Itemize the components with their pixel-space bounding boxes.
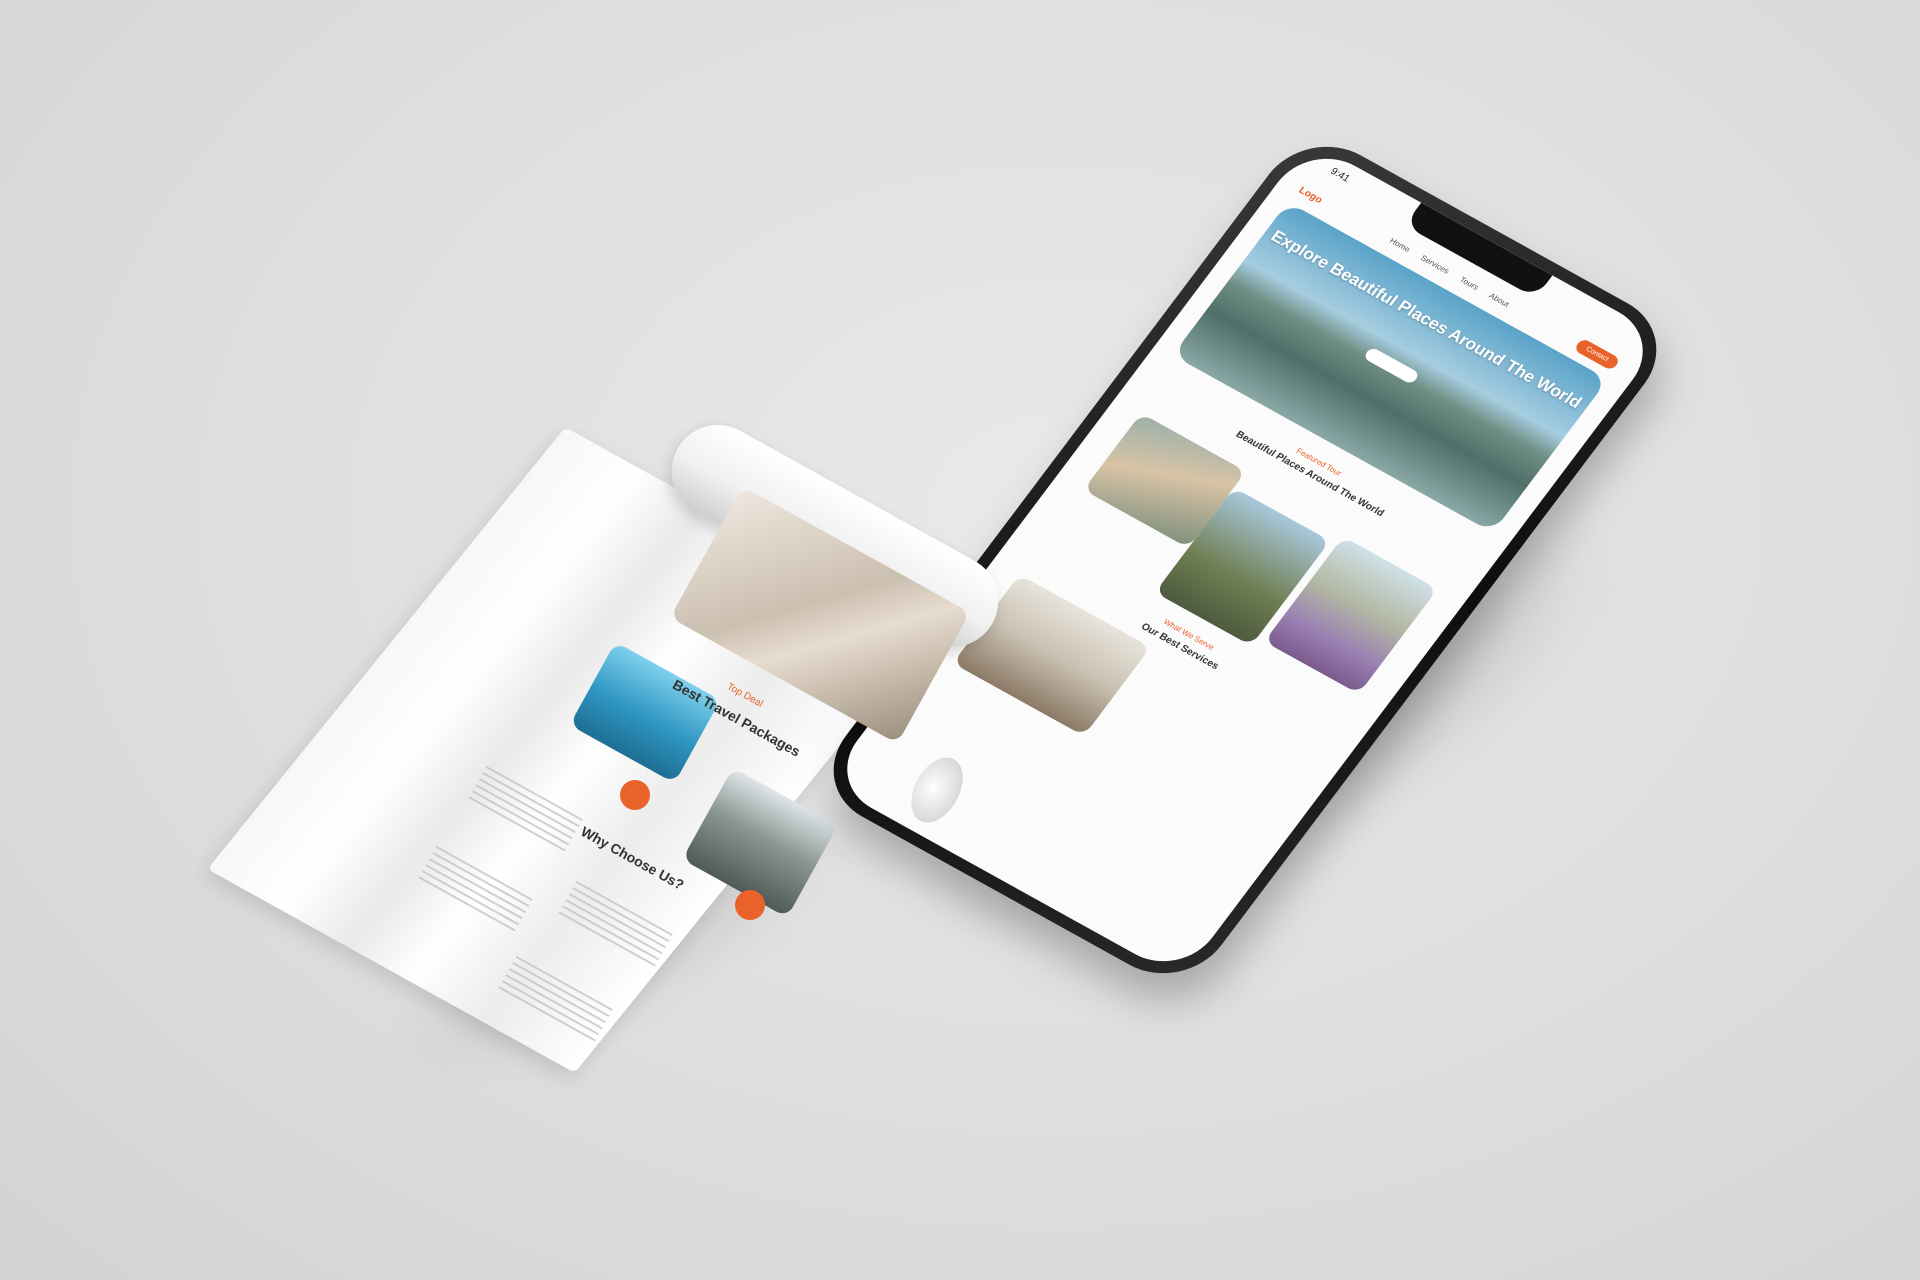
- nav-item-about[interactable]: About: [1487, 291, 1511, 308]
- status-time: 9:41: [1328, 166, 1352, 185]
- hero-banner: Explore Beautiful Places Around The Worl…: [1172, 201, 1609, 533]
- nav-item-tours[interactable]: Tours: [1458, 275, 1481, 292]
- price-badge: [620, 780, 650, 810]
- nav-item-services[interactable]: Services: [1419, 253, 1451, 275]
- price-badge: [735, 890, 765, 920]
- site-logo[interactable]: Logo: [1296, 185, 1324, 206]
- nav-item-home[interactable]: Home: [1388, 236, 1412, 254]
- hero-button[interactable]: [1362, 346, 1421, 385]
- mockup-scene: Top Deal Best Travel Packages Why Choose…: [0, 0, 1920, 1280]
